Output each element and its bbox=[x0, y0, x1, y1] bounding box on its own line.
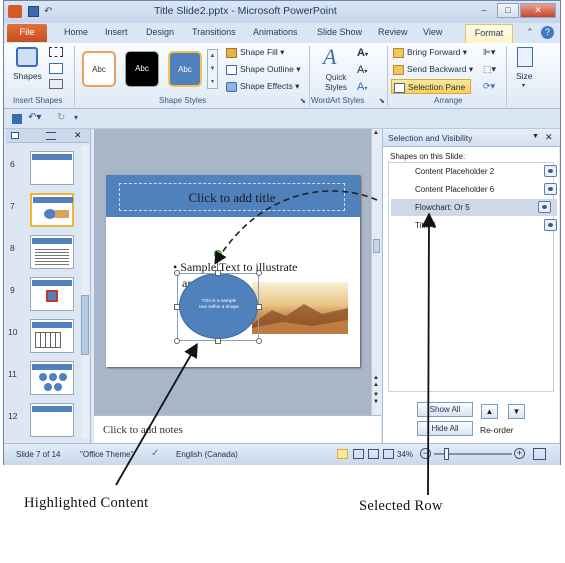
row-pointer-arrow bbox=[421, 212, 437, 496]
caption-highlighted-content: Highlighted Content bbox=[24, 495, 149, 511]
annotation-overlay bbox=[115, 190, 437, 496]
move-arrow bbox=[214, 190, 378, 265]
highlight-pointer-arrow bbox=[115, 342, 198, 486]
caption-selected-row: Selected Row bbox=[359, 498, 443, 514]
